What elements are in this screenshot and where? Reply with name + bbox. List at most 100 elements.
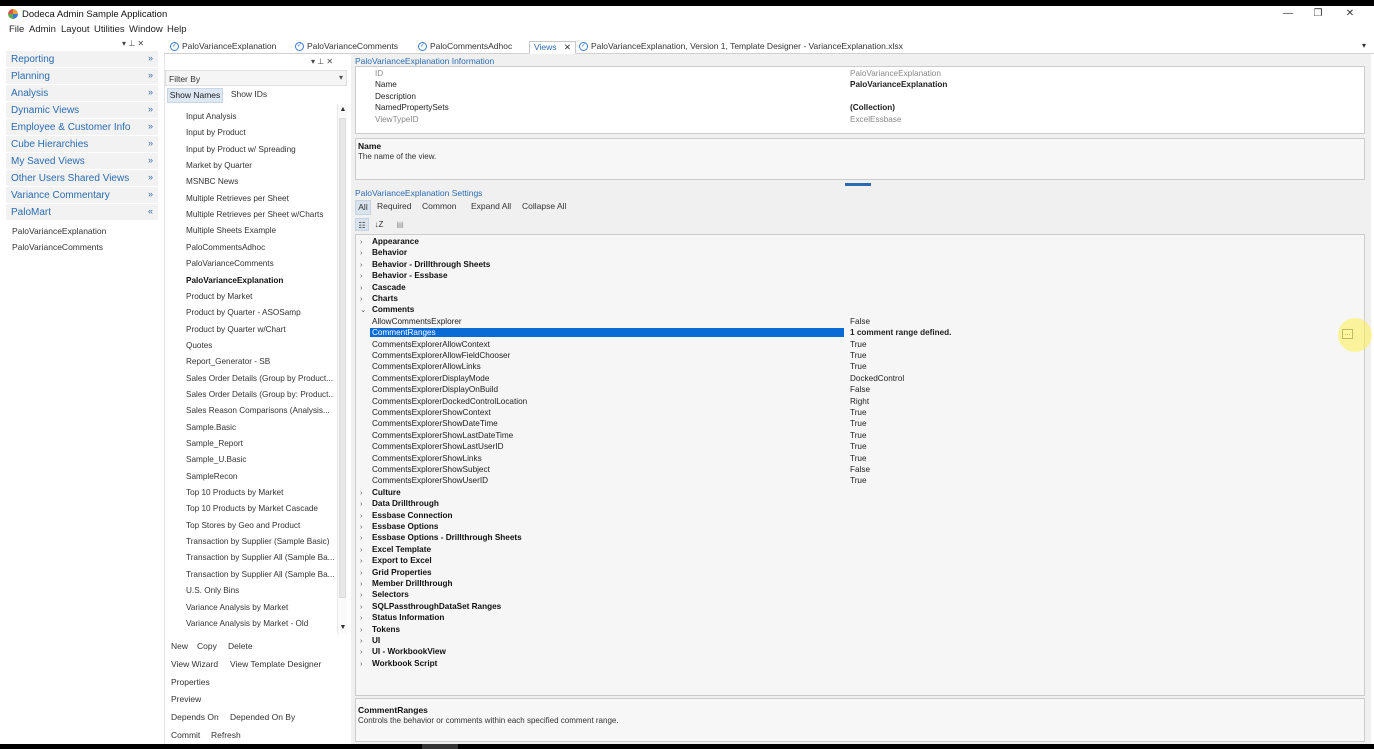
list-item[interactable]: Sales Order Details (Group by: Product..… bbox=[186, 390, 334, 399]
chevron-right-icon[interactable]: › bbox=[360, 248, 363, 257]
list-item[interactable]: Multiple Retrieves per Sheet bbox=[186, 194, 334, 203]
settings-category-row[interactable]: › Charts bbox=[356, 293, 1364, 304]
list-item[interactable]: Sales Reason Comparisons (Analysis... bbox=[186, 406, 334, 415]
chevron-right-icon[interactable]: › bbox=[360, 625, 363, 634]
chevron-double-icon[interactable]: » bbox=[148, 155, 153, 165]
list-item[interactable]: PaloVarianceComments bbox=[186, 259, 334, 268]
chevron-double-icon[interactable]: » bbox=[148, 172, 153, 182]
list-item[interactable]: Variance Analysis by Market - Old bbox=[186, 619, 334, 628]
settings-category-row[interactable]: › Culture bbox=[356, 487, 1364, 498]
list-item[interactable]: Report_Generator - SB bbox=[186, 357, 334, 366]
settings-category-row[interactable]: › Behavior - Essbase bbox=[356, 270, 1364, 281]
list-item[interactable]: Variance Analysis by Market bbox=[186, 603, 334, 612]
categorized-icon[interactable]: ☷ bbox=[355, 218, 369, 231]
show-ids-toggle[interactable]: Show IDs bbox=[227, 88, 271, 103]
view-wizard-button[interactable]: View Wizard bbox=[171, 659, 218, 669]
restore-button[interactable]: ❐ bbox=[1308, 7, 1328, 21]
tab-views[interactable]: Views ✕ bbox=[529, 41, 577, 54]
chevron-right-icon[interactable]: › bbox=[360, 499, 363, 508]
chevron-right-icon[interactable]: › bbox=[360, 294, 363, 303]
preview-button[interactable]: Preview bbox=[171, 694, 201, 704]
info-row[interactable]: ID PaloVarianceExplanation bbox=[356, 68, 1364, 79]
menu-file[interactable]: File bbox=[9, 24, 24, 35]
list-item[interactable]: Transaction by Supplier All (Sample Ba..… bbox=[186, 553, 334, 562]
settings-property-row[interactable]: CommentsExplorerDisplayMode DockedControl bbox=[356, 373, 1364, 384]
settings-property-row[interactable]: CommentsExplorerShowLastDateTime True bbox=[356, 430, 1364, 441]
chevron-right-icon[interactable]: › bbox=[360, 533, 363, 542]
tab-palo-variance-explanation[interactable]: ✓ PaloVarianceExplanation bbox=[170, 41, 276, 54]
left-nav-pin-controls[interactable]: ▾ ⊥ ✕ bbox=[122, 39, 144, 48]
settings-category-row[interactable]: › SQLPassthroughDataSet Ranges bbox=[356, 601, 1364, 612]
settings-category-row[interactable]: › Grid Properties bbox=[356, 567, 1364, 578]
filter-required-button[interactable]: Required bbox=[377, 201, 412, 211]
chevron-right-icon[interactable]: › bbox=[360, 602, 363, 611]
list-item[interactable]: Transaction by Supplier (Sample Basic) bbox=[186, 537, 334, 546]
list-item[interactable]: Transaction by Supplier All (Sample Ba..… bbox=[186, 570, 334, 579]
chevron-right-icon[interactable]: › bbox=[360, 237, 363, 246]
nav-group-cube-hierarchies[interactable]: Cube Hierarchies » bbox=[6, 136, 158, 153]
nav-group-palomart[interactable]: PaloMart « bbox=[6, 204, 158, 221]
settings-category-row[interactable]: › Status Information bbox=[356, 612, 1364, 623]
settings-property-row[interactable]: CommentsExplorerShowDateTime True bbox=[356, 418, 1364, 429]
list-item[interactable]: Product by Quarter - ASOSamp bbox=[186, 308, 334, 317]
menu-help[interactable]: Help bbox=[167, 24, 187, 35]
list-item[interactable]: PaloVarianceExplanation bbox=[186, 276, 334, 285]
filter-all-button[interactable]: All bbox=[355, 200, 371, 215]
close-tab-icon[interactable]: ✕ bbox=[564, 42, 571, 52]
depends-on-button[interactable]: Depends On bbox=[171, 712, 219, 722]
info-row[interactable]: Description bbox=[356, 91, 1364, 102]
minimize-button[interactable]: — bbox=[1278, 7, 1298, 21]
list-item[interactable]: PaloCommentsAdhoc bbox=[186, 243, 334, 252]
info-row[interactable]: ViewTypeID ExcelEssbase bbox=[356, 114, 1364, 125]
delete-button[interactable]: Delete bbox=[228, 641, 253, 651]
settings-property-row[interactable]: CommentsExplorerShowLastUserID True bbox=[356, 441, 1364, 452]
nav-group-employee-customer-info[interactable]: Employee & Customer Info » bbox=[6, 119, 158, 136]
settings-property-row[interactable]: CommentsExplorerAllowLinks True bbox=[356, 361, 1364, 372]
chevron-right-icon[interactable]: › bbox=[360, 522, 363, 531]
list-item[interactable]: Quotes bbox=[186, 341, 334, 350]
settings-category-row[interactable]: › Cascade bbox=[356, 282, 1364, 293]
settings-category-row[interactable]: › Behavior - Drillthrough Sheets bbox=[356, 259, 1364, 270]
settings-category-row[interactable]: › Data Drillthrough bbox=[356, 498, 1364, 509]
list-item[interactable]: MSNBC News bbox=[186, 177, 334, 186]
close-window-button[interactable]: ✕ bbox=[1340, 7, 1360, 21]
settings-category-row[interactable]: › Tokens bbox=[356, 624, 1364, 635]
settings-category-row[interactable]: › Essbase Options - Drillthrough Sheets bbox=[356, 532, 1364, 543]
nav-group-analysis[interactable]: Analysis » bbox=[6, 85, 158, 102]
list-item[interactable]: Top Stores by Geo and Product bbox=[186, 521, 334, 530]
chevron-right-icon[interactable]: › bbox=[360, 260, 363, 269]
chevron-right-icon[interactable]: › bbox=[360, 556, 363, 565]
list-item[interactable]: Input by Product w/ Spreading bbox=[186, 145, 334, 154]
commit-button[interactable]: Commit bbox=[171, 730, 200, 740]
list-item[interactable]: Multiple Sheets Example bbox=[186, 226, 334, 235]
info-row[interactable]: NamedPropertySets (Collection) bbox=[356, 102, 1364, 113]
refresh-button[interactable]: Refresh bbox=[211, 730, 241, 740]
nav-group-dynamic-views[interactable]: Dynamic Views » bbox=[6, 102, 158, 119]
tab-palo-variance-comments[interactable]: ✓ PaloVarianceComments bbox=[295, 41, 398, 54]
list-item[interactable]: Market by Quarter bbox=[186, 161, 334, 170]
nav-group-planning[interactable]: Planning » bbox=[6, 68, 158, 85]
chevron-right-icon[interactable]: › bbox=[360, 545, 363, 554]
settings-category-row[interactable]: › Export to Excel bbox=[356, 555, 1364, 566]
list-item[interactable]: Sales Order Details (Group by Product... bbox=[186, 374, 334, 383]
list-item[interactable]: Top 10 Products by Market bbox=[186, 488, 334, 497]
settings-category-row[interactable]: › Member Drillthrough bbox=[356, 578, 1364, 589]
chevron-double-icon[interactable]: » bbox=[148, 87, 153, 97]
depended-on-by-button[interactable]: Depended On By bbox=[230, 712, 295, 722]
settings-property-row[interactable]: CommentsExplorerAllowContext True bbox=[356, 339, 1364, 350]
show-names-toggle[interactable]: Show Names bbox=[167, 88, 223, 103]
chevron-right-icon[interactable]: › bbox=[360, 636, 363, 645]
tab-list-dropdown-icon[interactable]: ▾ bbox=[1362, 41, 1366, 50]
list-panel-pin-controls[interactable]: ▾ ⊥ ✕ bbox=[311, 57, 333, 66]
chevron-down-icon[interactable]: ⌄ bbox=[360, 305, 366, 314]
chevron-double-icon[interactable]: » bbox=[148, 138, 153, 148]
settings-category-row[interactable]: › Workbook Script bbox=[356, 658, 1364, 669]
settings-category-row[interactable]: › Behavior bbox=[356, 247, 1364, 258]
chevron-right-icon[interactable]: › bbox=[360, 271, 363, 280]
nav-group-reporting[interactable]: Reporting » bbox=[6, 51, 158, 68]
settings-property-row[interactable]: CommentsExplorerShowContext True bbox=[356, 407, 1364, 418]
settings-property-row[interactable]: CommentsExplorerAllowFieldChooser True bbox=[356, 350, 1364, 361]
settings-category-row[interactable]: › UI - WorkbookView bbox=[356, 646, 1364, 657]
chevron-right-icon[interactable]: › bbox=[360, 647, 363, 656]
scroll-down-icon[interactable]: ▼ bbox=[338, 624, 348, 631]
